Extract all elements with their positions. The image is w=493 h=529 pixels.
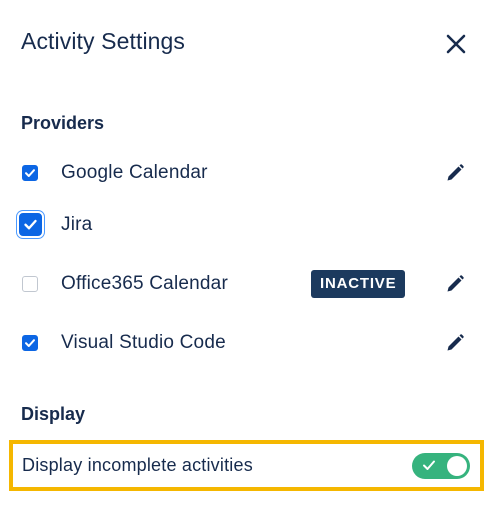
pencil-icon <box>447 164 464 181</box>
provider-label: Jira <box>61 214 93 235</box>
provider-row-google-calendar: Google Calendar <box>0 150 493 194</box>
google-calendar-checkbox[interactable] <box>22 165 38 181</box>
provider-row-visual-studio-code: Visual Studio Code <box>0 320 493 364</box>
close-button[interactable] <box>441 29 471 59</box>
close-icon <box>446 34 466 54</box>
display-heading: Display <box>21 404 86 424</box>
checkmark-icon <box>24 219 37 230</box>
jira-checkbox[interactable] <box>19 213 42 236</box>
edit-google-calendar-button[interactable] <box>444 162 466 184</box>
edit-office365-calendar-button[interactable] <box>444 273 466 295</box>
provider-label: Google Calendar <box>61 162 208 183</box>
check-icon <box>423 460 435 470</box>
provider-row-jira: Jira <box>0 202 493 246</box>
edit-visual-studio-code-button[interactable] <box>444 332 466 354</box>
provider-label: Office365 Calendar <box>61 273 228 294</box>
pencil-icon <box>447 275 464 292</box>
provider-row-office365-calendar: Office365 Calendar INACTIVE <box>0 262 493 306</box>
office365-calendar-checkbox[interactable] <box>22 276 38 292</box>
inactive-badge: INACTIVE <box>311 270 406 298</box>
display-incomplete-toggle[interactable] <box>412 453 470 479</box>
display-incomplete-label: Display incomplete activities <box>22 455 253 475</box>
panel-title: Activity Settings <box>21 28 186 54</box>
checkmark-icon <box>25 169 35 177</box>
activity-settings-panel: Activity Settings Providers Google Calen… <box>0 0 493 529</box>
visual-studio-code-checkbox[interactable] <box>22 335 38 351</box>
provider-label: Visual Studio Code <box>61 332 226 353</box>
checkmark-icon <box>25 339 35 347</box>
toggle-knob <box>447 456 467 476</box>
pencil-icon <box>447 334 464 351</box>
providers-heading: Providers <box>21 113 105 133</box>
